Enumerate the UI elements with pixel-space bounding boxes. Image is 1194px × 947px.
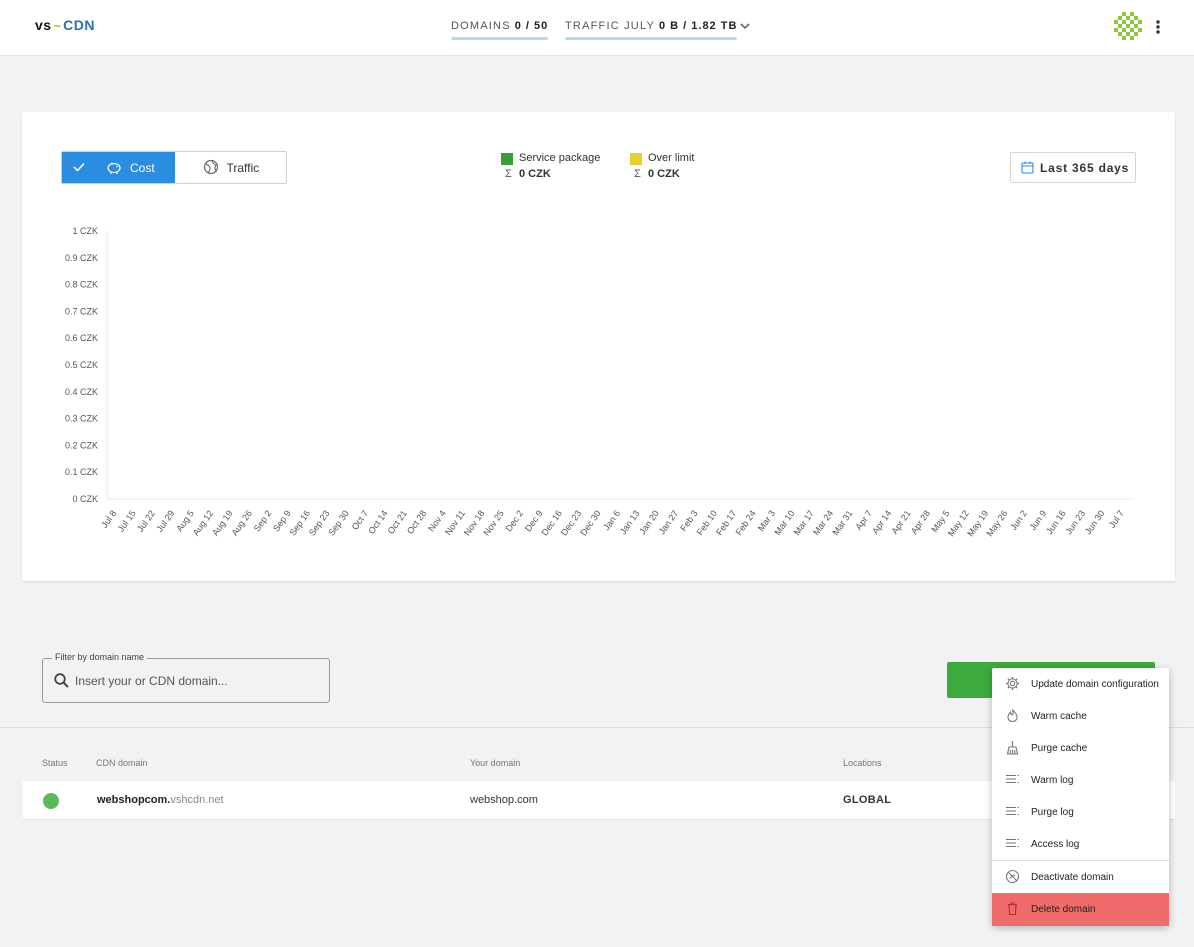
y-tick-label: 0.7 CZK: [65, 306, 98, 316]
column-header-status: Status: [42, 758, 68, 768]
x-tick-label: Oct 21: [386, 508, 409, 535]
x-tick-label: Oct 14: [366, 508, 389, 535]
cost-chart: 0 CZK 0.1 CZK 0.2 CZK 0.3 CZK 0.4 CZK 0.5 CZK…: [65, 226, 1134, 538]
logo-vs: vs: [35, 17, 52, 33]
search-icon: [54, 673, 69, 688]
your-domain-cell: webshop.com: [470, 794, 538, 806]
y-tick-label: 0.4 CZK: [65, 387, 98, 397]
x-tick-label: Aug 26: [229, 508, 254, 537]
app-logo[interactable]: vs ~ CDN: [35, 17, 95, 33]
gear-icon: [1006, 677, 1019, 690]
filter-label: Filter by domain name: [52, 652, 148, 662]
menu-item-warm-log[interactable]: Warm log: [992, 764, 1169, 796]
menu-item-deactivate-domain[interactable]: Deactivate domain: [992, 861, 1169, 893]
x-tick-label: Dec 30: [578, 508, 603, 537]
column-header-your-domain: Your domain: [470, 758, 521, 768]
x-tick-label: Oct 28: [405, 508, 428, 535]
x-tick-label: Dec 2: [504, 508, 526, 533]
x-tick-label: Feb 24: [734, 508, 758, 537]
menu-item-warm-cache[interactable]: Warm cache: [992, 700, 1169, 732]
y-tick-label: 0.1 CZK: [65, 467, 98, 477]
domain-actions-menu: Update domain configuration Warm cache P…: [992, 668, 1169, 926]
list-icon: [1006, 806, 1019, 816]
x-tick-label: Jul 8: [99, 508, 118, 529]
y-tick-label: 1 CZK: [72, 226, 98, 236]
y-tick-label: 0.3 CZK: [65, 414, 98, 424]
traffic-label: TRAFFIC JULY: [565, 20, 655, 32]
y-tick-label: 0.2 CZK: [65, 440, 98, 450]
trash-icon: [1008, 902, 1017, 916]
y-tick-label: 0 CZK: [72, 494, 98, 504]
domain-search-input[interactable]: [75, 671, 315, 691]
x-tick-label: Jul 15: [116, 508, 138, 533]
broom-icon: [1006, 741, 1019, 755]
logo-tilde: ~: [53, 19, 62, 33]
column-header-locations: Locations: [843, 758, 882, 768]
menu-item-label: Update domain configuration: [1031, 679, 1159, 690]
x-tick-label: Jan 27: [657, 508, 681, 536]
status-indicator: [43, 793, 59, 809]
menu-item-label: Purge cache: [1031, 743, 1088, 754]
domains-stat: DOMAINS 0 / 50: [451, 20, 549, 40]
menu-item-label: Purge log: [1031, 807, 1074, 818]
menu-item-label: Delete domain: [1031, 904, 1096, 915]
deactivate-icon: [1005, 869, 1020, 884]
menu-item-delete-domain[interactable]: Delete domain: [992, 893, 1169, 926]
logo-cdn: CDN: [63, 17, 95, 33]
x-tick-label: Jun 30: [1083, 508, 1107, 536]
domains-label: DOMAINS: [451, 20, 511, 32]
menu-item-purge-log[interactable]: Purge log: [992, 796, 1169, 828]
y-tick-label: 0.9 CZK: [65, 253, 98, 263]
kebab-menu-icon[interactable]: [1152, 17, 1164, 37]
cdn-domain-suffix: vshcdn.net: [170, 794, 224, 806]
traffic-usage-bar: [565, 37, 738, 40]
traffic-stat: TRAFFIC JULY 0 B / 1.82 TB: [565, 20, 738, 40]
top-header: vs ~ CDN DOMAINS 0 / 50 TRAFFIC JULY 0 B / 1…: [0, 0, 1194, 56]
chevron-down-icon[interactable]: [738, 19, 752, 33]
x-tick-label: Apr 14: [870, 508, 893, 535]
column-header-cdn-domain: CDN domain: [96, 758, 148, 768]
domains-value: 0 / 50: [514, 20, 549, 32]
menu-item-label: Deactivate domain: [1031, 872, 1114, 883]
y-tick-label: 0.5 CZK: [65, 360, 98, 370]
avatar[interactable]: [1112, 10, 1144, 42]
flame-icon: [1007, 709, 1018, 723]
chart-card: Cost Traffic Service package Σ 0 CZK Ove…: [22, 112, 1175, 581]
menu-item-purge-cache[interactable]: Purge cache: [992, 732, 1169, 764]
x-tick-label: Jul 7: [1107, 508, 1126, 529]
cdn-domain-cell[interactable]: webshopcom.vshcdn.net: [97, 794, 224, 806]
x-tick-label: Jun 2: [1008, 508, 1029, 532]
cdn-domain-prefix: webshopcom.: [97, 794, 171, 806]
menu-item-access-log[interactable]: Access log: [992, 828, 1169, 860]
y-tick-label: 0.6 CZK: [65, 333, 98, 343]
x-tick-label: Apr 21: [889, 508, 912, 535]
domain-filter-field: Filter by domain name: [42, 652, 330, 703]
location-cell: GLOBAL: [843, 794, 892, 806]
x-tick-label: Sep 30: [326, 508, 351, 537]
x-tick-label: Sep 2: [252, 508, 274, 533]
x-tick-label: Nov 25: [481, 508, 506, 537]
menu-item-label: Access log: [1031, 839, 1080, 850]
list-icon: [1006, 838, 1019, 848]
y-tick-label: 0.8 CZK: [65, 280, 98, 290]
menu-item-label: Warm cache: [1031, 711, 1087, 722]
menu-item-label: Warm log: [1031, 775, 1074, 786]
x-tick-label: Apr 28: [909, 508, 932, 535]
traffic-value: 0 B / 1.82 TB: [658, 20, 738, 32]
x-tick-label: Jul 29: [154, 508, 176, 533]
x-tick-label: Mar 31: [830, 508, 854, 537]
domains-usage-bar: [451, 37, 549, 40]
list-icon: [1006, 774, 1019, 784]
x-tick-label: Jul 22: [135, 508, 157, 533]
menu-item-update-configuration[interactable]: Update domain configuration: [992, 668, 1169, 700]
